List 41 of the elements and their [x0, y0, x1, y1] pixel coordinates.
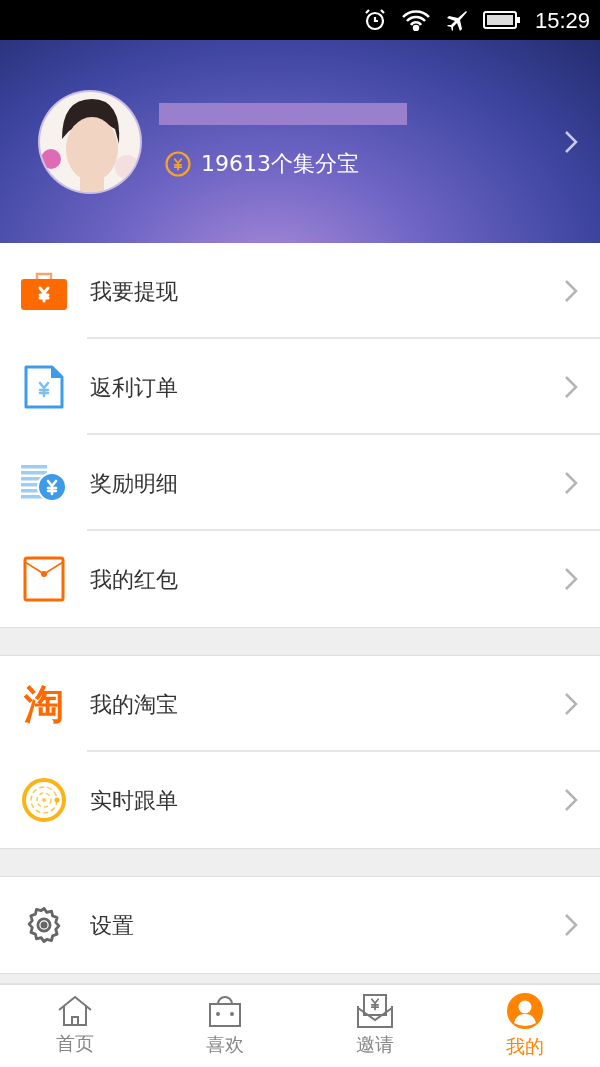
chevron-right-icon [564, 279, 578, 303]
home-icon [57, 994, 93, 1027]
battery-icon [482, 10, 521, 30]
menu-label: 奖励明细 [90, 469, 179, 498]
coin-icon [165, 150, 191, 177]
taobao-logo-icon: 淘 [24, 684, 64, 724]
chevron-right-icon [564, 692, 578, 716]
profile-icon [506, 991, 544, 1030]
envelope-icon [23, 556, 65, 602]
chevron-right-icon [564, 129, 578, 154]
points-balance: 19613个集分宝 [201, 150, 359, 178]
menu-item[interactable]: 淘 我的淘宝 [0, 656, 600, 752]
document-icon [23, 365, 65, 409]
menu-item[interactable]: 实时跟单 [0, 752, 600, 848]
tab[interactable]: 喜欢 [150, 985, 300, 1067]
chevron-right-icon [564, 788, 578, 812]
menu-label: 设置 [90, 911, 135, 940]
wifi-icon [400, 9, 431, 31]
menu-item[interactable]: 设置 [0, 877, 600, 973]
envelope-icon [357, 993, 393, 1028]
menu-label: 实时跟单 [90, 786, 179, 815]
chevron-right-icon [564, 375, 578, 399]
menu-item[interactable]: 返利订单 [0, 339, 600, 435]
menu-label: 我要提现 [90, 277, 179, 306]
tab[interactable]: 首页 [0, 985, 150, 1067]
chevron-right-icon [564, 913, 578, 937]
radar-icon [21, 777, 67, 823]
menu-label: 我的红包 [90, 565, 179, 594]
menu-label: 返利订单 [90, 373, 179, 402]
menu-item[interactable]: 我的红包 [0, 531, 600, 627]
clock-time: 15:29 [534, 6, 590, 35]
menu-item[interactable]: 我要提现 [0, 243, 600, 339]
chevron-right-icon [564, 471, 578, 495]
coins-icon [21, 463, 67, 503]
profile-header[interactable]: 19613个集分宝 [0, 40, 600, 243]
menu-label: 我的淘宝 [90, 690, 179, 719]
wallet-icon [21, 271, 67, 311]
chevron-right-icon [564, 567, 578, 591]
menu-item[interactable]: 奖励明细 [0, 435, 600, 531]
tab[interactable]: 邀请 [300, 985, 450, 1067]
shopping-bag-icon [208, 993, 242, 1028]
